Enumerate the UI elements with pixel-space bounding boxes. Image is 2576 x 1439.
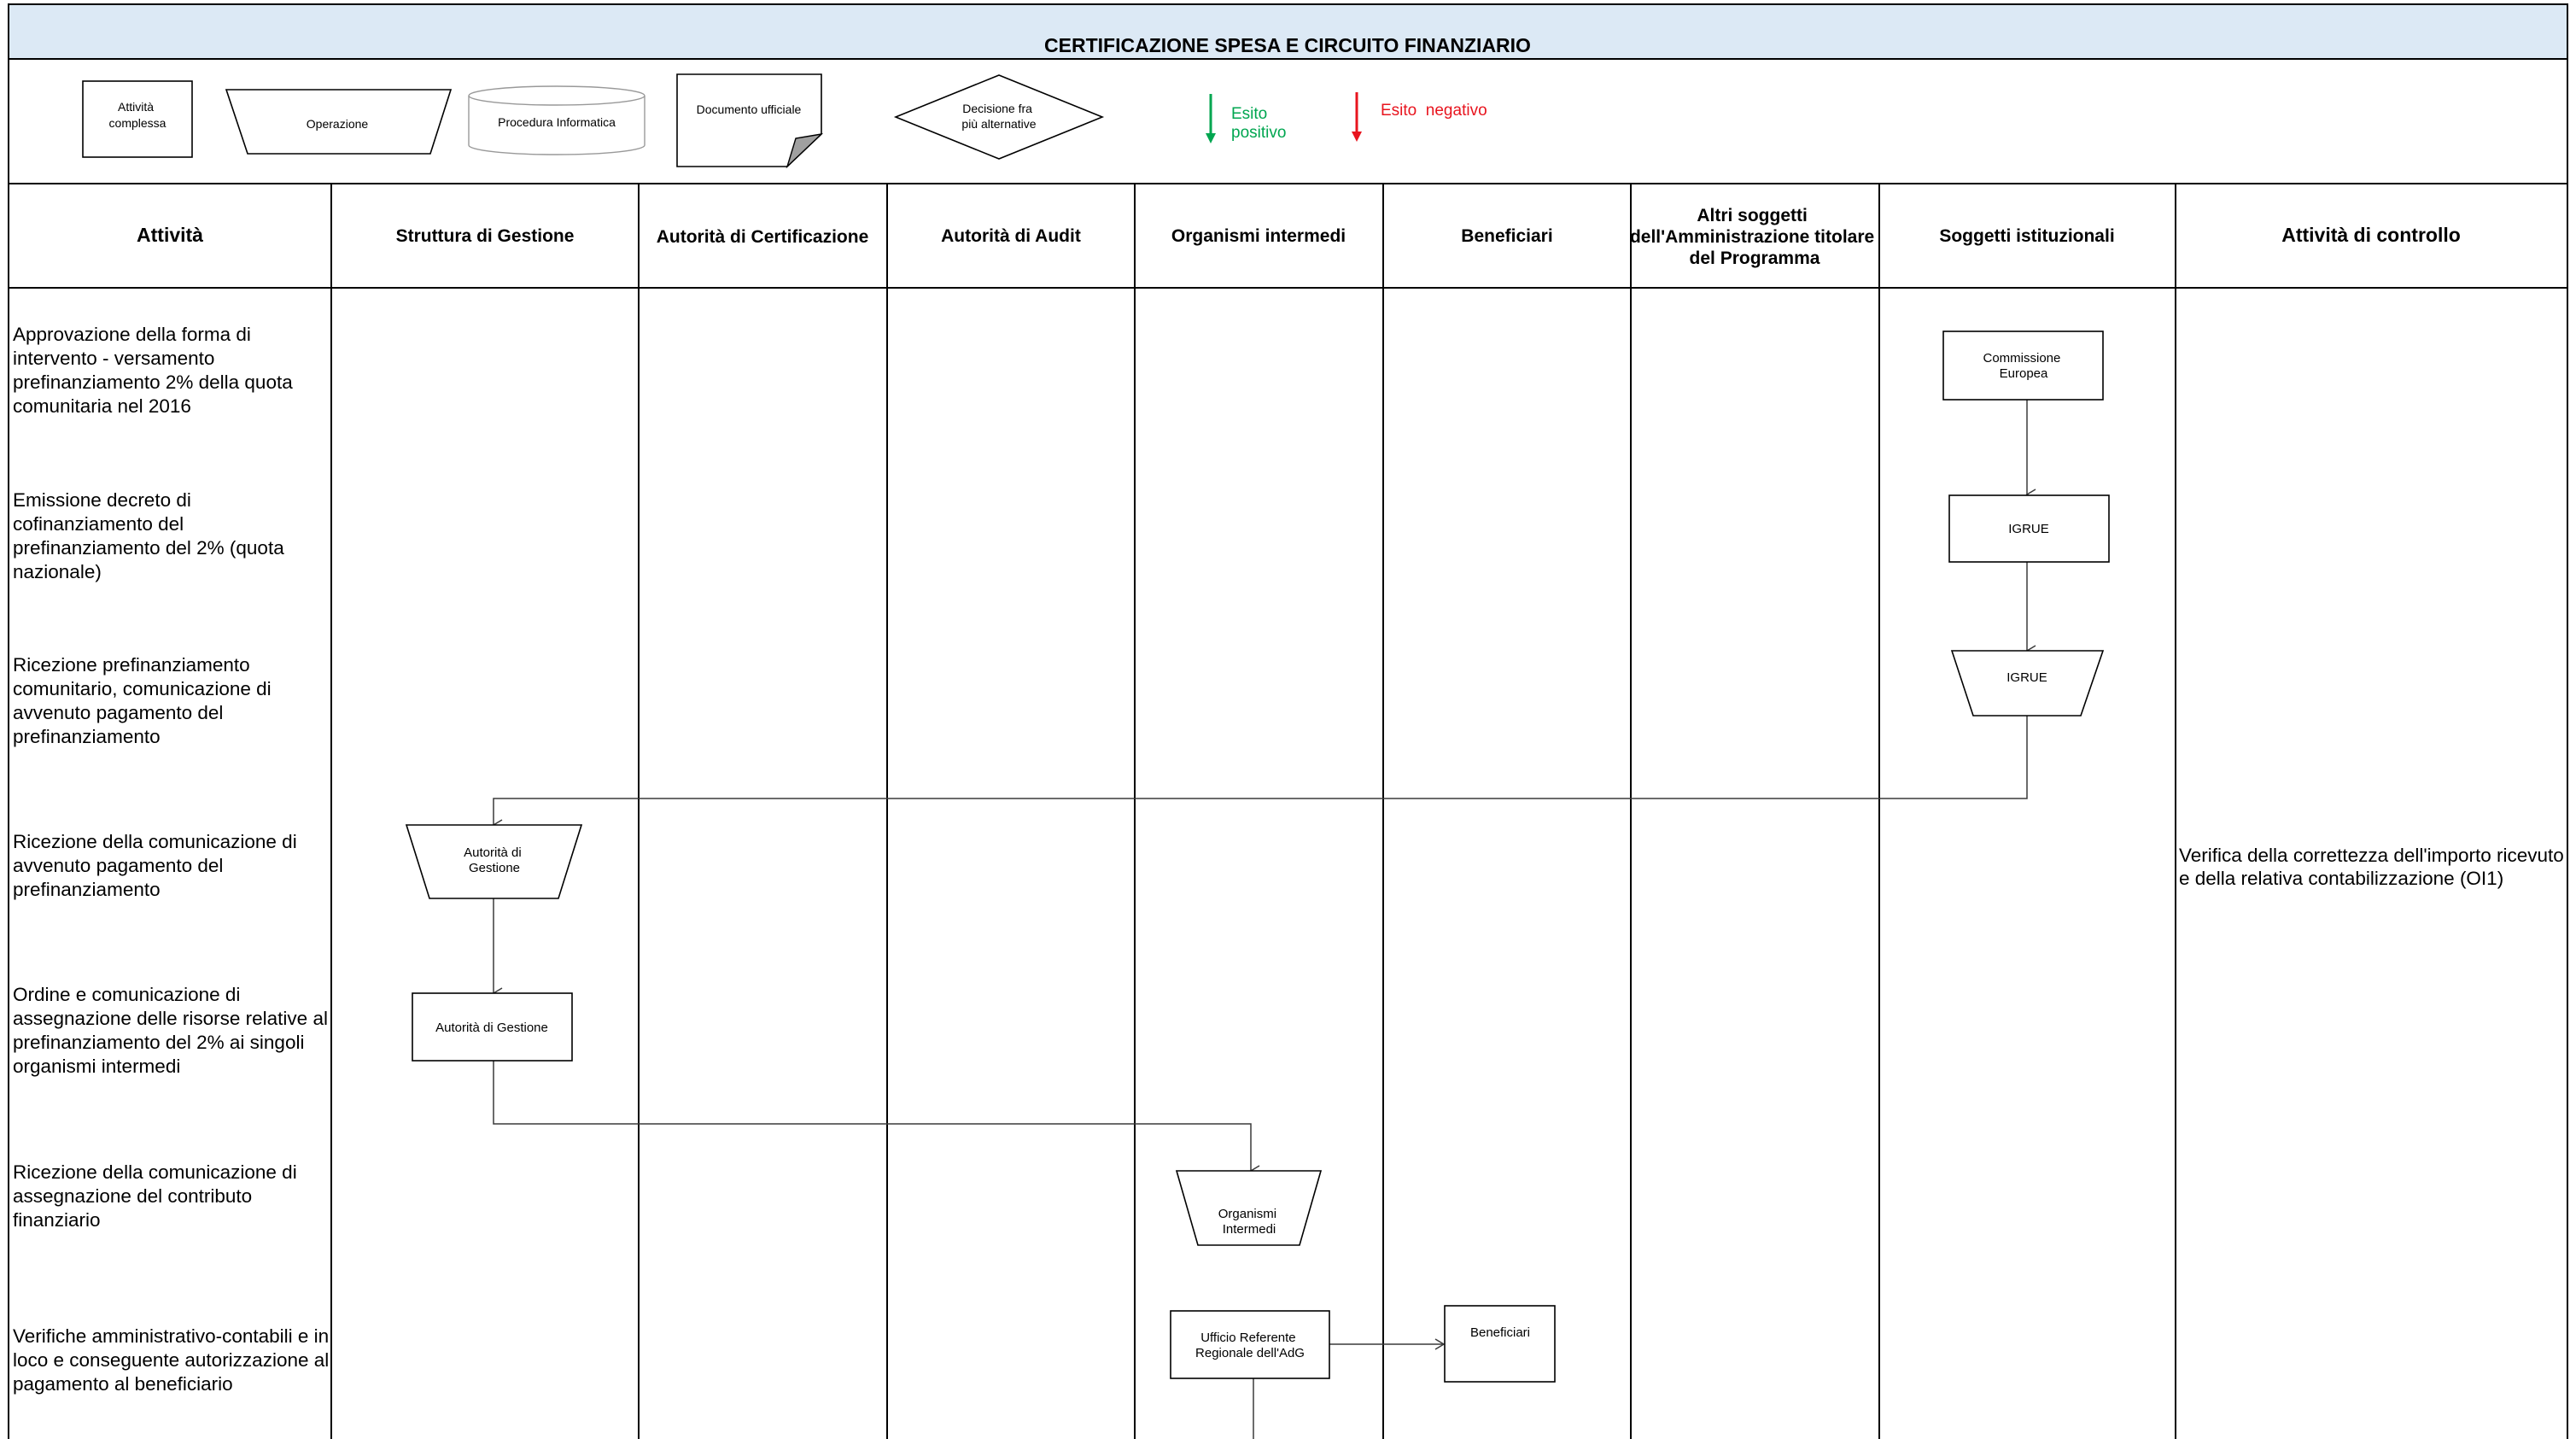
activity-line: prefinanziamento [13,726,161,747]
column-header-organismi-intermedi: Organismi intermedi [1171,226,1346,246]
node-igrue-activity-label: IGRUE [2008,522,2049,536]
activity-text: Ricezione della comunicazione di avvenut… [13,831,302,900]
page-title: CERTIFICAZIONE SPESA E CIRCUITO FINANZIA… [1044,34,1531,56]
node-beneficiari-label: Beneficiari [1470,1325,1530,1340]
control-activity-line: e della relativa contabilizzazione (OI1) [2179,868,2503,889]
activity-list: Approvazione della forma di intervento -… [13,324,335,1395]
activity-line: Approvazione della forma di [13,324,251,345]
node-label-line: Autorità di [464,845,522,860]
legend-operation-label: Operazione [307,117,369,131]
activity-line: prefinanziamento del 2% (quota [13,537,284,559]
activity-text: Ricezione prefinanziamento comunitario, … [13,654,277,747]
legend-negative-label: Esito negativo [1381,102,1487,120]
activity-line: Ricezione della comunicazione di [13,1161,297,1183]
activity-line: prefinanziamento 2% della quota [13,371,293,393]
activity-line: assegnazione delle risorse relative al [13,1008,328,1029]
legend-complex-activity-line: complessa [109,116,166,130]
column-header-beneficiari: Beneficiari [1461,226,1552,246]
column-header-autorita-di-certificazione: Autorità di Certificazione [657,227,869,247]
process-flowchart: CERTIFICAZIONE SPESA E CIRCUITO FINANZIA… [8,3,2569,1439]
connector-adg-oi [493,1061,1260,1177]
legend-complex-activity-line: Attività [118,100,154,114]
column-header-autorita-di-audit: Autorità di Audit [941,226,1081,246]
node-label-line: Intermedi [1223,1222,1276,1237]
control-activity-line: Verifica della correttezza dell'importo … [2179,845,2564,866]
activity-line: organismi intermedi [13,1056,180,1077]
column-header-soggetti-istituzionali: Soggetti istituzionali [1939,226,2114,246]
activity-line: Emissione decreto di [13,489,191,511]
flow-nodes: Commissione Europea IGRUE IGRUE Autorità… [405,331,2110,1383]
control-activity-text: Verifica della correttezza dell'importo … [2179,845,2569,889]
node-label-line: Organismi [1218,1207,1276,1221]
activity-line: pagamento al beneficiario [13,1373,233,1395]
node-adg-activity-label: Autorità di Gestione [435,1021,548,1035]
column-dividers [8,184,2568,1439]
node-oi-operation-label: Organismi Intermedi [1218,1207,1281,1237]
activity-line: intervento - versamento [13,348,214,369]
node-commissione-europea [1942,331,2104,401]
connectors [492,400,2036,1439]
column-header-line: dell'Amministrazione titolare [1630,227,1874,247]
activity-line: Ordine e comunicazione di [13,984,240,1005]
activity-line: prefinanziamento [13,879,161,900]
activity-line: finanziario [13,1209,101,1231]
node-label-line: Ufficio Referente [1200,1331,1295,1345]
legend-positive-line: positivo [1231,124,1286,142]
node-ufficio-referente-label: Ufficio Referente Regionale dell'AdG [1195,1331,1305,1360]
activity-text: Verifiche amministrativo-contabili e in … [13,1325,335,1395]
activity-line: Verifiche amministrativo-contabili e in [13,1325,329,1347]
legend-positive-line: Esito [1231,105,1267,123]
activity-line: avvenuto pagamento del [13,855,223,876]
activity-text: Emissione decreto di cofinanziamento del… [13,489,289,582]
activity-line: comunitario, comunicazione di [13,678,272,699]
node-label-line: Commissione [1983,351,2060,366]
activity-text: Ricezione della comunicazione di assegna… [13,1161,302,1231]
node-label-line: Gestione [469,861,520,875]
column-header-attivita: Attività [137,224,203,246]
node-adg-operation-label: Autorità di Gestione [464,845,525,875]
node-beneficiari [1444,1305,1556,1383]
activity-line: Ricezione della comunicazione di [13,831,297,852]
activity-text: Approvazione della forma di intervento -… [13,324,298,417]
connector-igrue-adg [492,716,2028,831]
column-header-line: Altri soggetti [1697,206,1808,225]
column-header-line: del Programma [1690,249,1820,268]
node-igrue-operation-label: IGRUE [2006,670,2047,685]
node-label-line: Regionale dell'AdG [1195,1346,1305,1360]
activity-line: Ricezione prefinanziamento [13,654,250,676]
activity-line: prefinanziamento del 2% ai singoli [13,1032,304,1053]
activity-line: cofinanziamento del [13,513,184,535]
activity-line: nazionale) [13,561,102,582]
activity-line: assegnazione del contributo [13,1185,252,1207]
activity-text: Ordine e comunicazione di assegnazione d… [13,984,333,1077]
activity-line: comunitaria nel 2016 [13,395,191,417]
legend-decision-line: Decisione fra [962,102,1032,115]
activity-line: loco e conseguente autorizzazione al [13,1349,329,1371]
legend-decision-line: più alternative [961,117,1036,131]
column-header-attivita-di-controllo: Attività di controllo [2281,224,2461,246]
node-label-line: Europea [2000,366,2048,381]
legend-official-document-label: Documento ufficiale [697,102,802,116]
activity-line: avvenuto pagamento del [13,702,223,723]
legend-it-procedure-label: Procedura Informatica [498,115,616,129]
column-header-struttura-di-gestione: Struttura di Gestione [396,226,575,246]
